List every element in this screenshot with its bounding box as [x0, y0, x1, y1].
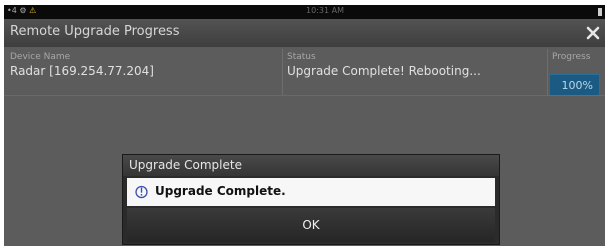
device-name-cell: Radar [169.254.77.204] [10, 64, 154, 78]
column-header-device: Device Name [10, 52, 71, 62]
close-button[interactable] [581, 20, 605, 46]
ok-button[interactable]: OK [127, 208, 495, 242]
dialog-titlebar: Upgrade Complete [123, 155, 499, 176]
column-header-status: Status [287, 52, 316, 62]
status-indicators: •4 ⚙ ⚠ [7, 6, 36, 15]
status-cell: Upgrade Complete! Rebooting... [287, 64, 481, 78]
column-divider [547, 49, 548, 95]
column-header-progress: Progress [552, 52, 591, 62]
device-screen: •4 ⚙ ⚠ 10:31 AM Remote Upgrade Progress … [4, 5, 605, 246]
row-divider [4, 95, 605, 96]
info-icon [135, 185, 148, 199]
dialog-body: Upgrade Complete. [127, 178, 495, 206]
upgrade-complete-dialog: Upgrade Complete Upgrade Complete. OK [122, 154, 500, 245]
window-titlebar: Remote Upgrade Progress [4, 19, 605, 47]
status-clock: 10:31 AM [306, 6, 344, 15]
status-bar: •4 ⚙ ⚠ 10:31 AM [4, 5, 605, 19]
column-divider [282, 49, 283, 95]
dialog-title: Upgrade Complete [129, 158, 242, 172]
close-icon [586, 26, 600, 40]
window-title: Remote Upgrade Progress [10, 24, 180, 39]
progress-cell: 100% [549, 74, 600, 96]
ok-button-label: OK [302, 218, 320, 232]
progress-value: 100% [561, 79, 593, 92]
dialog-message: Upgrade Complete. [155, 184, 286, 198]
status-left-text: •4 ⚙ [7, 6, 27, 15]
warning-icon: ⚠ [29, 6, 37, 15]
battery-icon [598, 8, 602, 16]
